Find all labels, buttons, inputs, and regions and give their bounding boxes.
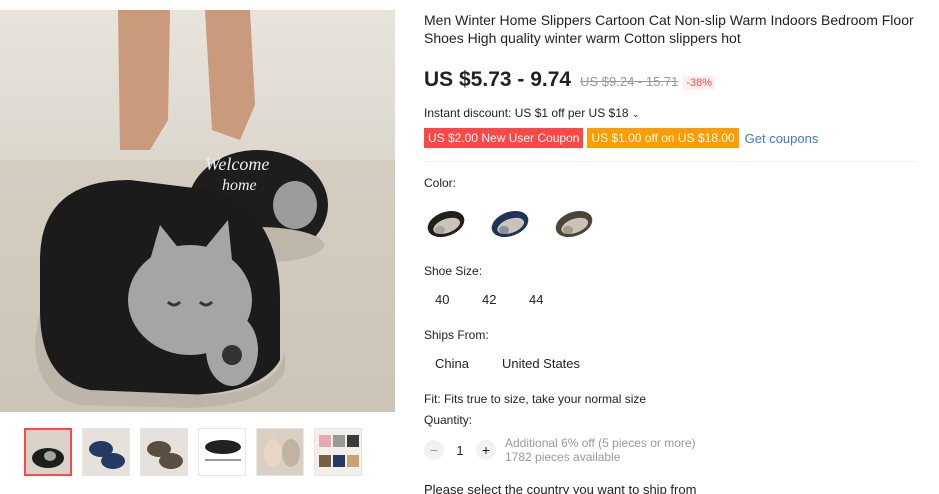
store-coupon[interactable]: US $1.00 off on US $18.00	[587, 128, 739, 148]
ship-option-united-states[interactable]: United States	[491, 354, 591, 373]
main-product-image[interactable]: Welcome home	[0, 10, 395, 412]
quantity-value[interactable]: 1	[444, 443, 476, 458]
ship-option-china[interactable]: China	[424, 354, 480, 373]
shoe-size-label: Shoe Size:	[424, 264, 483, 278]
color-option-brown[interactable]	[552, 200, 596, 244]
black-slipper-icon	[427, 210, 465, 238]
size-option-42[interactable]: 42	[471, 290, 518, 309]
quantity-note: Additional 6% off (5 pieces or more) 178…	[505, 436, 696, 464]
ships-from-options: China United States	[424, 354, 602, 373]
color-label: Color:	[424, 176, 457, 190]
divider	[424, 161, 916, 162]
price-row: US $5.73 - 9.74 US $9.24 - 15.71 -38%	[424, 68, 716, 92]
instant-discount-text: Instant discount: US $1 off per US $18	[424, 106, 629, 120]
chevron-down-icon: ⌄	[631, 109, 640, 119]
thumbnail-strip	[24, 428, 362, 476]
color-option-black[interactable]	[424, 200, 468, 244]
color-option-navy[interactable]	[488, 200, 532, 244]
thumbnail-5[interactable]	[256, 428, 304, 476]
new-user-coupon[interactable]: US $2.00 New User Coupon	[424, 128, 584, 148]
thumbnail-6[interactable]	[314, 428, 362, 476]
product-title: Men Winter Home Slippers Cartoon Cat Non…	[424, 12, 914, 46]
instant-discount[interactable]: Instant discount: US $1 off per US $18 ⌄	[424, 106, 639, 120]
navy-slipper-icon	[491, 210, 529, 238]
thumbnail-4[interactable]	[198, 428, 246, 476]
bulk-offer: Additional 6% off (5 pieces or more)	[505, 436, 696, 450]
svg-text:home: home	[222, 177, 257, 194]
discount-badge: -38%	[683, 76, 716, 90]
quantity-stepper: − 1 + Additional 6% off (5 pieces or mor…	[424, 436, 696, 464]
minus-icon[interactable]: −	[424, 440, 444, 460]
current-price: US $5.73 - 9.74	[424, 68, 572, 91]
color-options	[424, 200, 596, 244]
fit-note: Fit: Fits true to size, take your normal…	[424, 392, 647, 406]
size-options: 40 42 44	[424, 290, 565, 309]
thumbnail-2[interactable]	[82, 428, 130, 476]
stock-available: 1782 pieces available	[505, 450, 621, 464]
coupon-row: US $2.00 New User Coupon US $1.00 off on…	[424, 128, 818, 148]
quantity-label: Quantity:	[424, 413, 473, 427]
size-option-44[interactable]: 44	[518, 290, 565, 309]
thumbnail-1[interactable]	[24, 428, 72, 476]
size-option-40[interactable]: 40	[424, 290, 471, 309]
ship-country-prompt: Please select the country you want to sh…	[424, 482, 697, 494]
product-gallery: Welcome home	[0, 0, 400, 494]
get-coupons-link[interactable]: Get coupons	[745, 131, 819, 146]
plus-icon[interactable]: +	[476, 440, 496, 460]
thumbnail-3[interactable]	[140, 428, 188, 476]
svg-text:Welcome: Welcome	[205, 154, 269, 174]
brown-slipper-icon	[555, 210, 593, 238]
ships-from-label: Ships From:	[424, 328, 489, 342]
slipper-photo: Welcome home	[0, 10, 395, 412]
original-price: US $9.24 - 15.71	[580, 74, 679, 89]
